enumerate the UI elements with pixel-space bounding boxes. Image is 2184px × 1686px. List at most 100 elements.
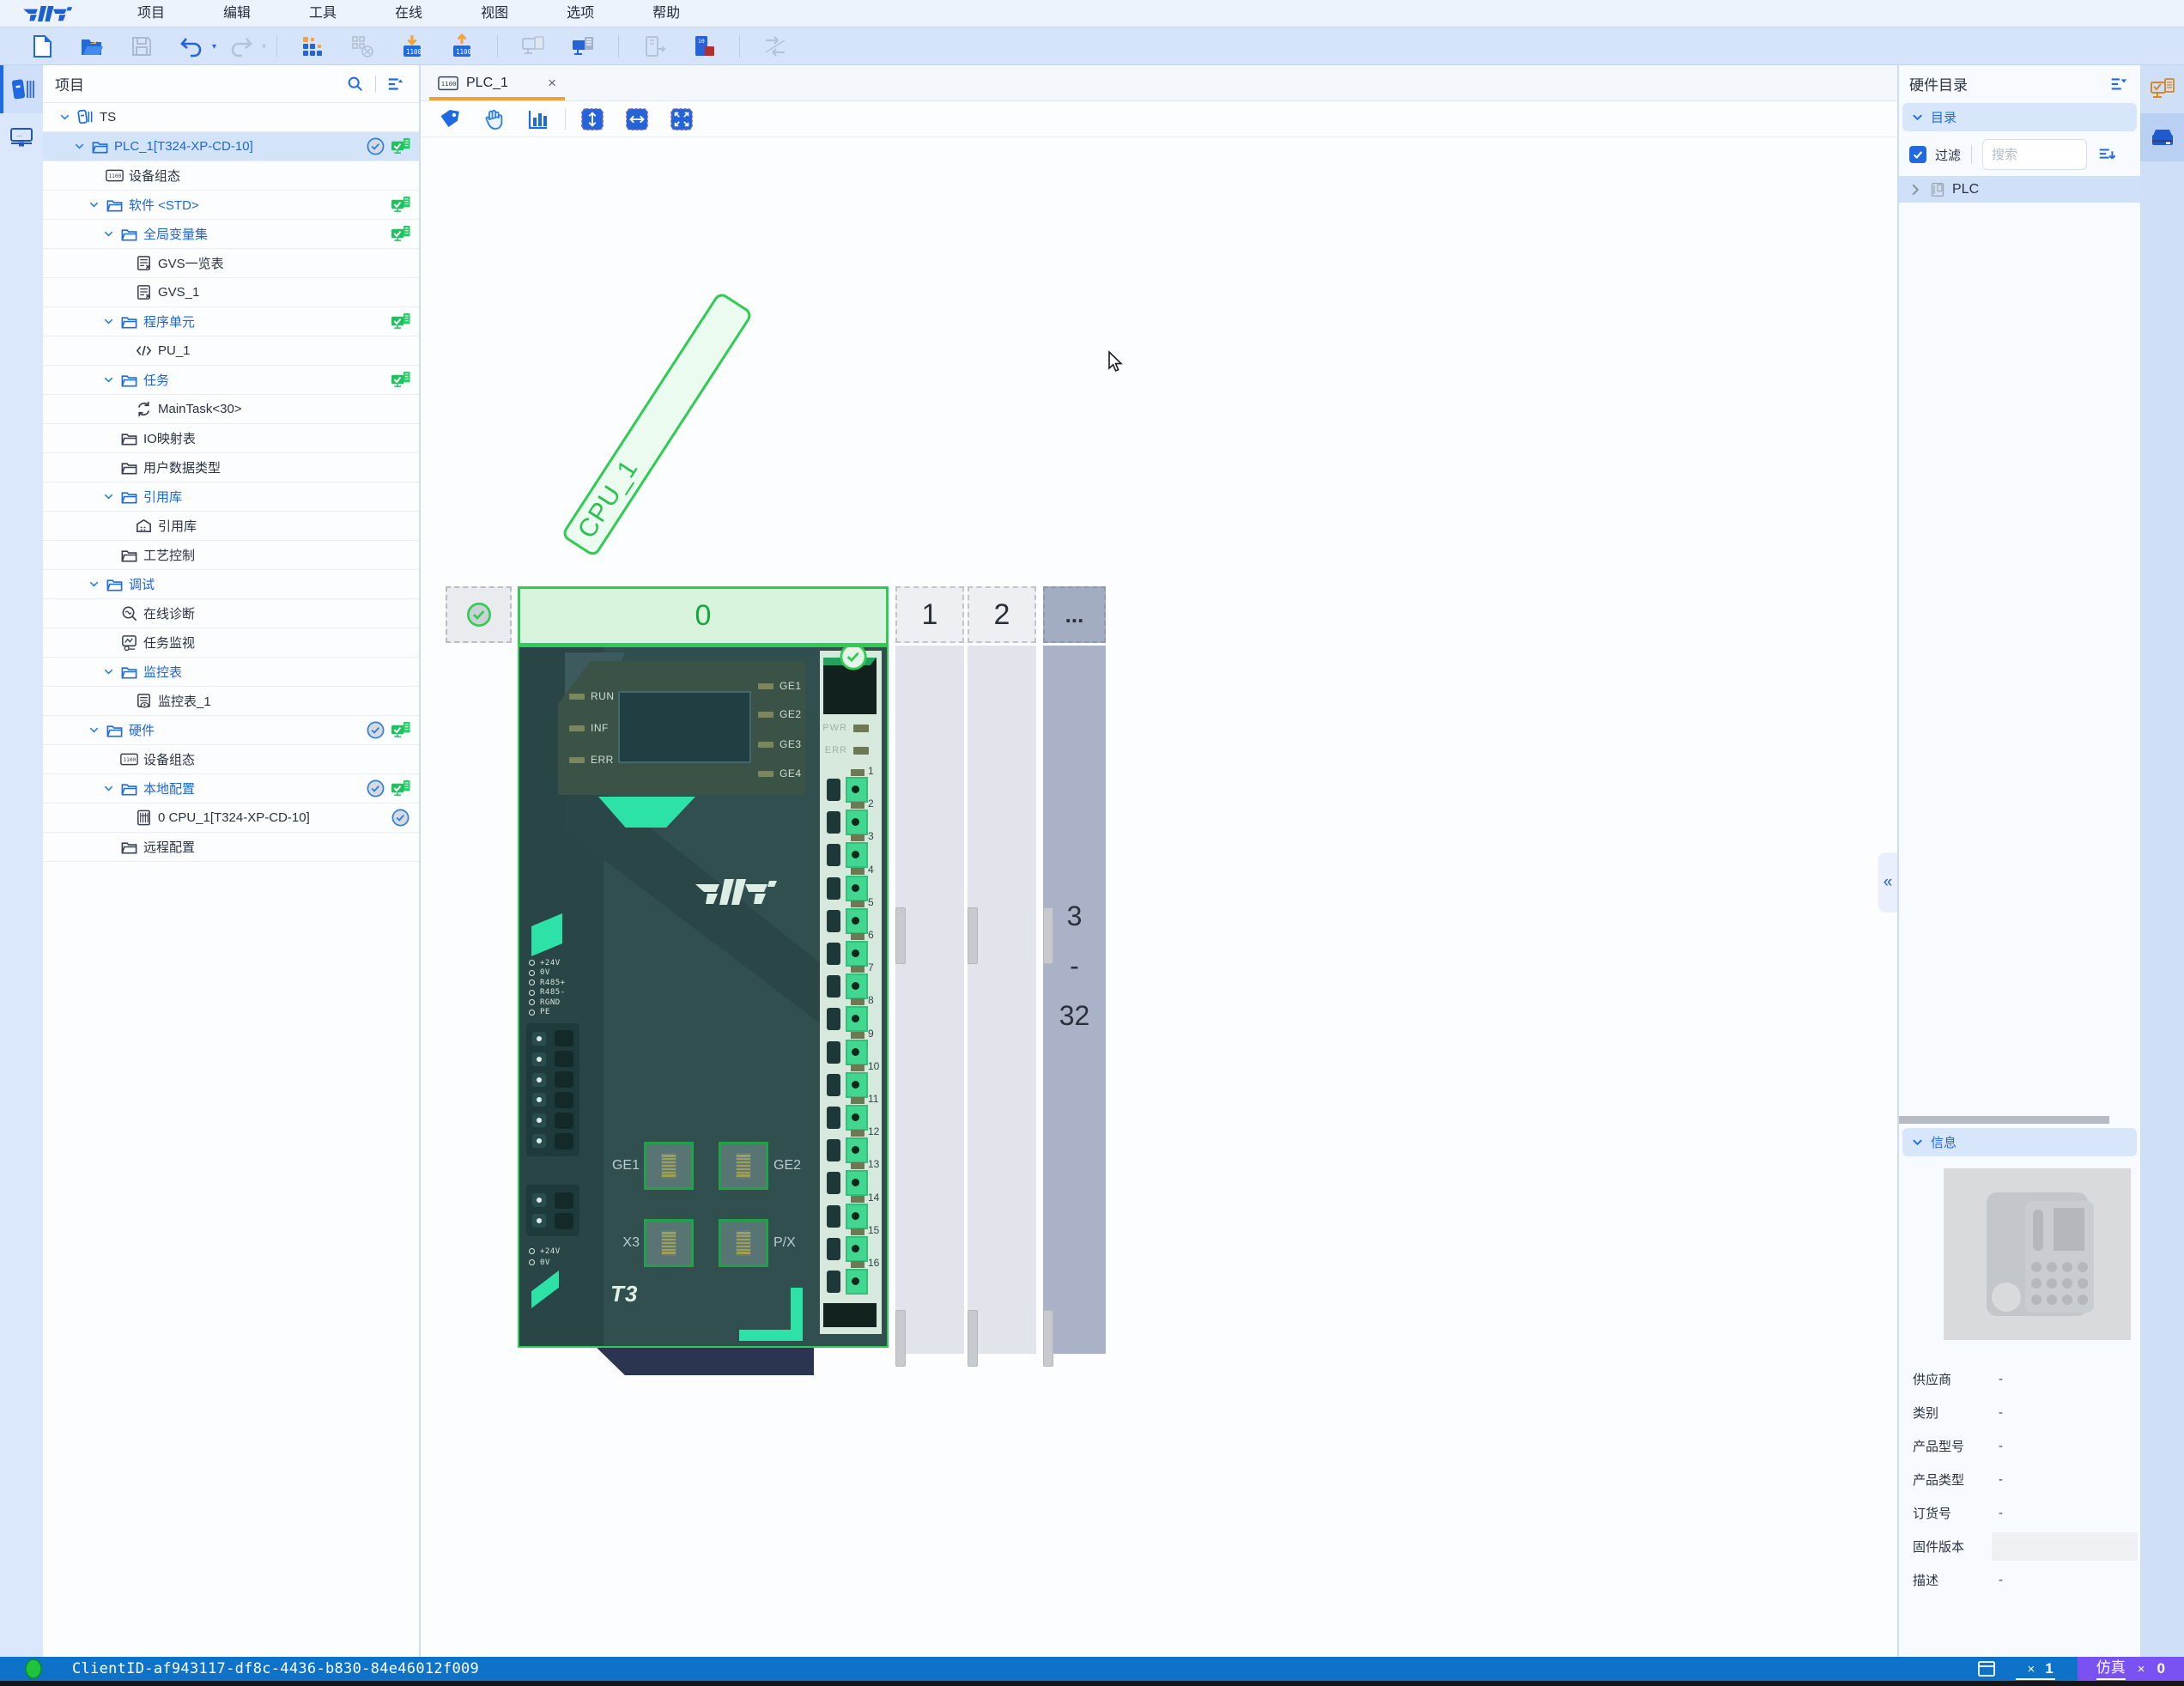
rack-slot-header-0[interactable]: 0 [518,586,889,646]
filter-checkbox[interactable] [1909,146,1926,163]
compile-grid-button[interactable] [298,32,327,61]
tree-item-gvs-[interactable]: GVS一览表 [43,249,419,278]
fit-vertical-button[interactable] [578,106,607,133]
tree-item--std-[interactable]: 软件 <STD> [43,191,419,220]
fit-screen-button[interactable] [667,106,696,133]
rack-slot-header-more[interactable]: ... [1043,586,1106,643]
tree-item-plc_1-t324-xp-cd-10-[interactable]: PLC_1[T324-XP-CD-10] [43,132,419,161]
tree-item-ts[interactable]: TS [43,103,419,132]
rack-extension-column[interactable]: 3 - 32 [1043,646,1106,1367]
menu-item-3[interactable]: 工具 [280,0,366,27]
tree-item--[interactable]: 远程配置 [43,833,419,862]
tree-item--[interactable]: 本地配置 [43,774,419,804]
menu-item-5[interactable]: 视图 [452,0,537,27]
fit-horizontal-button[interactable] [622,106,652,133]
tree-item--[interactable]: 引用库 [43,512,419,541]
cpu-module-graphic[interactable]: RUN INF ERR GE1 GE2 GE3 GE4 +24V 0V R485+ R485- RG… [518,643,889,1348]
tree-item-gvs_1[interactable]: GVS_1 [43,278,419,307]
chevron-down-icon[interactable] [84,721,103,740]
stats-button[interactable] [524,106,553,133]
tree-item-pu_1[interactable]: PU_1 [43,337,419,366]
compare-button [761,32,790,61]
chevron-down-icon[interactable] [99,312,118,331]
chevron-down-icon[interactable] [84,196,103,215]
info-section-header[interactable]: 信息 [1902,1128,2137,1156]
firmware-version-field[interactable] [1992,1532,2138,1561]
info-field-value: - [1999,1439,2003,1453]
tree-item-io-[interactable]: IO映射表 [43,424,419,453]
power-terminal-label: RGND [529,998,561,1007]
go-online-button[interactable] [568,32,598,61]
sort-desc-icon[interactable] [2108,72,2130,94]
simulation-counter[interactable]: 仿真 × 0 [2077,1657,2184,1681]
rack-slot-header-1[interactable]: 1 [895,586,964,643]
sort-filter-icon[interactable] [385,73,407,95]
catalog-section-header[interactable]: 目录 [1902,103,2137,131]
tree-item--[interactable]: 全局变量集 [43,220,419,249]
tree-item--[interactable]: 在线诊断 [43,599,419,628]
catalog-tree-item-plc[interactable]: PLC [1899,176,2140,203]
info-field-label: 产品型号 [1913,1440,1965,1454]
tree-item--[interactable]: 1100 设备组态 [43,745,419,774]
menu-item-7[interactable]: 帮助 [623,0,709,27]
download-to-plc-button[interactable]: 1100 [397,32,427,61]
chevron-down-icon[interactable] [70,137,88,156]
menu-item-4[interactable]: 在线 [366,0,452,27]
chevron-down-icon[interactable] [84,575,103,594]
tree-item--[interactable]: 硬件 [43,716,419,745]
left-activity-bar: ... [0,65,43,1657]
upload-from-plc-button[interactable]: 1100 [447,32,476,61]
pan-button[interactable] [479,106,508,133]
port-label-ge1: GE1 [611,1158,640,1173]
device-canvas[interactable]: CPU_1 0 1 2... 3-32 RUN INF ERR GE1 GE2 … [421,137,1897,1657]
chevron-down-icon[interactable] [99,371,118,390]
window-icon[interactable] [1976,1659,1997,1679]
tree-item--[interactable]: 用户数据类型 [43,453,419,482]
tree-item-0-cpu_1-t324-xp-cd-10-[interactable]: 0 CPU_1[T324-XP-CD-10] [43,804,419,833]
info-field-row: 供应商 - [1899,1362,2140,1396]
tree-item--[interactable]: 引用库 [43,482,419,512]
device-name-tag[interactable]: CPU_1 [560,290,755,558]
chevron-down-icon[interactable] [55,108,74,127]
rack-slot-2-column[interactable] [968,646,1036,1367]
info-section: 信息 供应商 - 类别 - 产品型号 - 产品类型 - 订货号 - 固件版本 描… [1899,1126,2140,1597]
rack-slot-header-2[interactable]: 2 [968,586,1036,643]
tree-item--[interactable]: 监控表 [43,658,419,687]
menu-item-6[interactable]: 选项 [537,0,623,27]
search-icon[interactable] [344,73,367,95]
horizontal-scrollbar[interactable] [1899,1116,2109,1124]
tag-button[interactable] [434,106,464,133]
tree-item-maintask-30-[interactable]: MainTask<30> [43,395,419,424]
tree-item--[interactable]: 工艺控制 [43,541,419,570]
activity-online-devices[interactable] [2140,65,2184,113]
cycle-icon [132,399,155,420]
tree-item--[interactable]: 任务监视 [43,628,419,658]
activity-project-explorer[interactable] [0,65,43,113]
tree-item--[interactable]: 任务 [43,366,419,395]
chevron-down-icon[interactable] [99,488,118,506]
catalog-search-input[interactable] [1982,139,2088,170]
collapse-panel-button[interactable]: « [1878,852,1897,913]
stop-device-button[interactable]: 10 [689,32,719,61]
menu-item-1[interactable]: 项目 [108,0,194,27]
open-project-button[interactable] [77,32,106,61]
tree-item--[interactable]: 1100 设备组态 [43,161,419,191]
expand-all-icon[interactable] [2096,143,2118,166]
tree-item--_1[interactable]: 监控表_1 [43,687,419,716]
chevron-down-icon[interactable] [99,779,118,798]
undo-button[interactable] [177,32,216,61]
tab-plc-1[interactable]: 1100 PLC_1 × [429,65,565,100]
power-terminal-label: R485- [529,988,566,998]
new-project-button[interactable] [27,32,57,61]
activity-hardware-catalog[interactable] [2140,113,2184,161]
tree-item--[interactable]: 程序单元 [43,307,419,337]
tree-item--[interactable]: 调试 [43,570,419,599]
online-device-counter[interactable]: × 1 [2015,1658,2055,1680]
activity-network-view[interactable]: ... [0,113,43,161]
chevron-down-icon[interactable] [99,663,118,682]
close-icon[interactable]: × [548,75,556,92]
menu-item-2[interactable]: 编辑 [194,0,280,27]
chevron-down-icon[interactable] [99,225,118,244]
rack-slot-1-column[interactable] [895,646,964,1367]
module-series-logo: T3 [610,1281,639,1307]
